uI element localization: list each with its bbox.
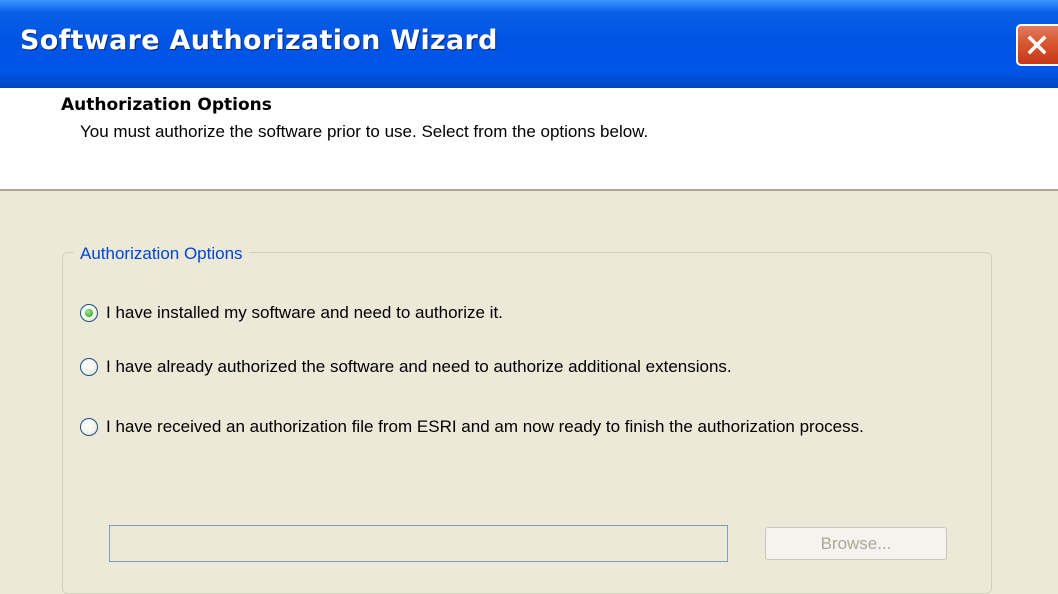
radio-button[interactable] xyxy=(80,418,98,436)
close-button[interactable] xyxy=(1016,24,1058,66)
option-label: I have received an authorization file fr… xyxy=(106,417,864,436)
window-title: Software Authorization Wizard xyxy=(20,25,498,56)
browse-button[interactable]: Browse... xyxy=(765,527,947,560)
wizard-header: Authorization Options You must authorize… xyxy=(0,88,1058,191)
close-icon xyxy=(1027,35,1047,55)
title-bar: Software Authorization Wizard xyxy=(0,0,1058,88)
authorization-file-input[interactable] xyxy=(109,525,728,562)
option-install-authorize[interactable]: I have installed my software and need to… xyxy=(80,300,680,326)
radio-button[interactable] xyxy=(80,358,98,376)
page-subtitle: You must authorize the software prior to… xyxy=(80,122,649,141)
group-legend: Authorization Options xyxy=(74,244,249,264)
option-additional-extensions[interactable]: I have already authorized the software a… xyxy=(80,354,960,380)
option-label: I have already authorized the software a… xyxy=(106,357,732,376)
radio-button-checked[interactable] xyxy=(80,304,98,322)
page-title: Authorization Options xyxy=(61,95,272,115)
option-finish-authorization[interactable]: I have received an authorization file fr… xyxy=(80,414,960,466)
option-label: I have installed my software and need to… xyxy=(106,303,503,322)
